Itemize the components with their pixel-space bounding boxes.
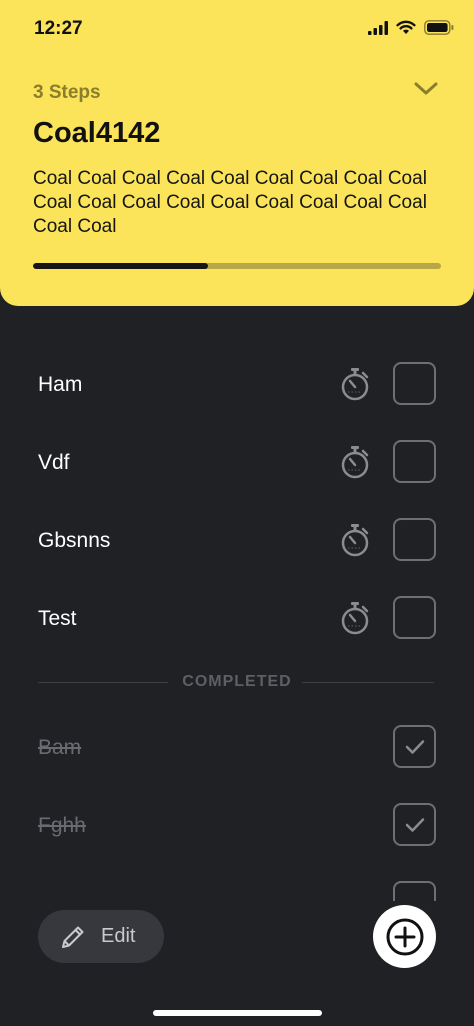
stopwatch-icon[interactable] [339,367,371,401]
completed-task-row[interactable]: Fghh [0,800,474,860]
task-checkbox[interactable] [393,518,436,561]
task-row[interactable]: Ham [0,359,474,419]
checklist-title: Coal4142 [33,117,161,149]
stopwatch-icon[interactable] [339,445,371,479]
task-checkbox[interactable] [393,362,436,405]
stopwatch-icon[interactable] [339,523,371,557]
collapse-button[interactable] [412,78,440,100]
task-row[interactable]: Vdf [0,437,474,497]
task-label: Ham [38,373,83,396]
status-time: 12:27 [34,18,83,39]
edit-button[interactable]: Edit [38,910,164,963]
battery-icon [424,20,454,35]
task-checkbox-checked[interactable] [393,725,436,768]
wifi-icon [396,20,416,34]
task-row[interactable]: Test [0,593,474,653]
task-label: Gbsnns [38,529,111,552]
signal-icon [368,20,388,35]
stopwatch-icon[interactable] [339,601,371,635]
chevron-down-icon [414,82,438,95]
task-checkbox-partial[interactable] [393,881,436,901]
checklist-header: 12:27 3 Steps Coal4142 Coal Coal Coal Co… [0,0,474,306]
plus-circle-icon [386,918,423,955]
edit-button-label: Edit [101,925,136,947]
completed-task-row[interactable]: Bam [0,722,474,782]
pencil-icon [62,926,84,948]
task-label: Vdf [38,451,70,474]
task-checkbox[interactable] [393,596,436,639]
checklist-description: Coal Coal Coal Coal Coal Coal Coal Coal … [33,168,427,237]
steps-count: 3 Steps [33,82,101,103]
progress-fill [33,263,209,269]
task-checkbox-checked[interactable] [393,803,436,846]
task-label: Test [38,607,77,630]
checkmark-icon [405,739,424,754]
task-row[interactable]: Gbsnns [0,515,474,575]
divider-right [302,682,434,683]
task-checkbox[interactable] [393,440,436,483]
task-label: Bam [38,736,82,759]
progress-bar [33,263,441,269]
add-task-button[interactable] [373,905,436,968]
task-label: Fghh [38,814,86,837]
status-bar: 12:27 [0,0,474,58]
status-icons [368,20,454,35]
checkmark-icon [405,817,424,832]
home-indicator[interactable] [153,1010,322,1016]
